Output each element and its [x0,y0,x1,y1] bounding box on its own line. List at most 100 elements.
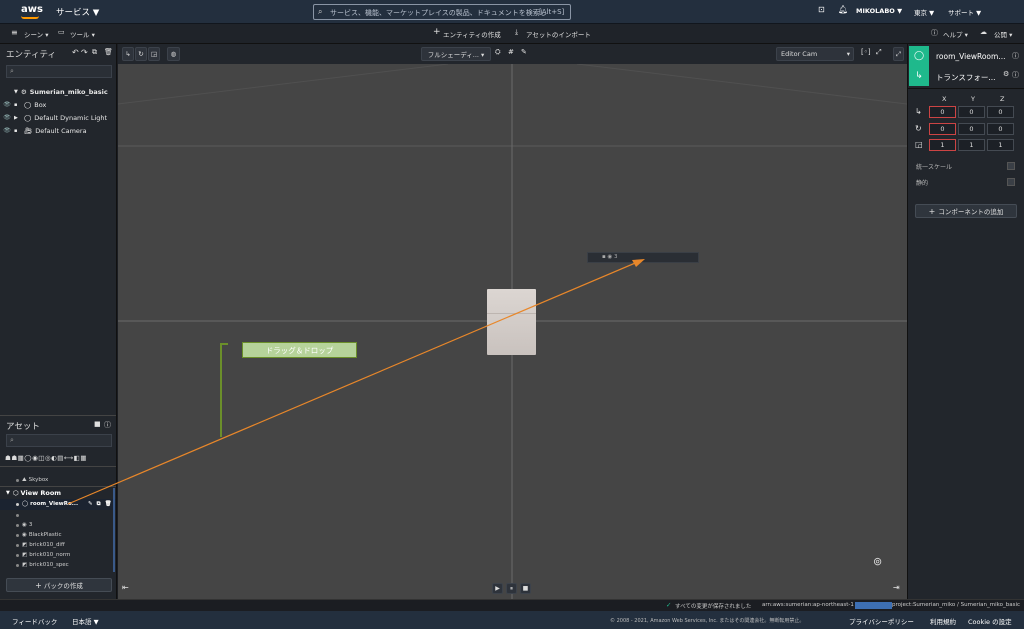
frame-icon[interactable]: [◦] [861,48,871,56]
trash-icon[interactable]: 🗑︎ [104,48,113,56]
cookie-link[interactable]: Cookie の設定 [968,616,1012,626]
account-menu[interactable]: MIKOLABO ▼ [856,7,902,15]
hamburger-icon[interactable]: ≡ [11,28,18,37]
entity-item-light[interactable]: 👁︎ ▶ ◯ Default Dynamic Light [0,111,116,124]
component-title[interactable]: トランスフォー... [936,72,996,83]
collapse-left-icon[interactable]: ⇤ [122,583,129,592]
asset-item[interactable]: ◩ brick010_diff [0,540,116,550]
asset-item[interactable]: ◉ BlackPlastic [0,530,116,540]
help-menu[interactable]: ヘルプ ▾ [943,29,968,39]
add-component-button[interactable]: + コンポーネントの追加 [915,204,1017,218]
shading-select[interactable]: フルシェーディ... ▾ [421,47,491,61]
eye-icon[interactable]: 👁︎ [0,101,14,108]
publish-menu[interactable]: 公開 ▾ [994,29,1012,39]
collapse-right-icon[interactable]: ⇥ [893,583,900,592]
gear-icon[interactable]: ⚙ [1003,70,1009,78]
uniform-scale-checkbox[interactable] [1007,162,1015,170]
entity-label: Box [34,100,47,109]
language-select[interactable]: 日本語 ▼ [72,616,99,626]
scale-z[interactable]: 1 [987,139,1014,151]
camera-select[interactable]: Editor Cam ▾ [776,47,854,61]
undo-icon[interactable]: ↶ [72,48,79,57]
create-pack-button[interactable]: + パックの作成 [6,578,112,592]
terms-link[interactable]: 利用規約 [930,616,956,626]
search-box[interactable]: ⌕ サービス、機能、マーケットプレイスの製品、ドキュメントを検索し [Alt+S… [313,4,571,20]
privacy-link[interactable]: プライバシーポリシー [849,616,914,626]
scale-tool[interactable]: ◲ [148,47,160,61]
translation-z[interactable]: 0 [987,106,1014,118]
asset-selected-row[interactable]: ◯ room_ViewRo... ✎ ⧉ 🗑︎ [0,499,116,510]
trash-icon[interactable]: 🗑︎ [105,501,112,507]
entity-item-camera[interactable]: 👁︎ ▪ 🎥︎ Default Camera [0,124,116,137]
asset-item[interactable]: ◩ brick010_spec [0,560,116,570]
light-icon[interactable]: ⛭ [495,48,501,57]
copy-icon[interactable]: ⧉ [92,48,97,57]
info-icon[interactable]: ⓘ [1012,51,1019,61]
asset-pack-label: View Room [20,489,62,497]
info-icon[interactable]: ⓘ [1012,70,1019,80]
scene-menu[interactable]: シーン ▾ [24,29,49,39]
image-icon: ◩ [22,562,28,568]
asset-item[interactable]: ◩ brick010_norm [0,550,116,560]
bell-icon[interactable]: 🔔︎ [838,5,848,14]
asset-search-input[interactable]: ⌕ [6,434,112,447]
services-menu[interactable]: サービス ▼ [56,6,99,18]
aws-logo[interactable]: aws [21,4,43,15]
asset-filter-icons[interactable]: ☗☗▦◯◉◫◎◐▤⟷◧▦ [5,454,87,462]
rotate-tool[interactable]: ↻ [135,47,147,61]
stop-button[interactable]: ■ [520,583,531,594]
eye-icon[interactable]: 👁︎ [0,127,14,134]
camera-icon: 🎥︎ [24,126,33,135]
redacted-account [855,602,892,609]
entity-root[interactable]: ▼ ⚙ Sumerian_miko_basic [0,85,116,98]
redo-icon[interactable]: ↷ [81,48,88,57]
entity-search-input[interactable]: ⌕ [6,65,112,78]
support-menu[interactable]: サポート ▼ [948,7,981,17]
asset-item[interactable] [0,510,116,520]
asset-item-room[interactable]: ◯ room_ViewRo... ✎ ⧉ 🗑︎ [0,499,116,509]
axis-x-label: X [942,95,947,103]
translation-x[interactable]: 0 [929,106,956,118]
search-input[interactable]: サービス、機能、マーケットプレイスの製品、ドキュメントを検索し [330,8,547,18]
rotation-x[interactable]: 0 [929,123,956,135]
cloudshell-icon[interactable]: ⊡ [818,5,825,14]
aws-logo-smile [21,16,39,19]
feedback-link[interactable]: フィードバック [12,616,57,626]
3d-viewport[interactable]: ▪ ◉ 3 ドラッグ＆ドロップ ⊚ [118,44,907,599]
rotation-y[interactable]: 0 [958,123,985,135]
scale-x[interactable]: 1 [929,139,956,151]
translation-y[interactable]: 0 [958,106,985,118]
vr-icon[interactable]: ⊚ [873,555,882,568]
play-button[interactable]: ▶ [492,583,503,594]
folder-icon[interactable]: ■ [94,420,101,428]
asset-scrollbar[interactable] [113,488,115,572]
pack-icon: ⬡ [12,489,19,497]
fullscreen-icon[interactable]: ⤢ [893,47,904,61]
asset-item[interactable]: ◉ 3 [0,520,116,530]
rotation-z[interactable]: 0 [987,123,1014,135]
globe-icon[interactable]: ◍ [167,47,180,61]
tools-menu[interactable]: ツール ▾ [70,29,95,39]
asset-skybox[interactable]: ⛰ Skybox [0,475,116,485]
eye-icon[interactable]: 👁︎ [0,114,14,121]
create-entity-button[interactable]: エンティティの作成 [443,29,501,39]
box-entity[interactable] [487,289,536,355]
region-menu[interactable]: 東京 ▼ [914,7,934,17]
translate-tool[interactable]: ↳ [122,47,134,61]
import-asset-button[interactable]: アセットのインポート [526,29,591,39]
copy-icon[interactable]: ⧉ [97,501,101,508]
inspector-entity-name[interactable]: room_ViewRoom... [936,52,1005,61]
grid-icon[interactable]: # [508,48,514,56]
pause-button[interactable]: ⏸ [506,583,517,594]
info-icon[interactable]: ⓘ [104,420,111,430]
entity-item-box[interactable]: 👁︎ ▪ ◯ Box [0,98,116,111]
edit-icon[interactable]: ✎ [88,501,93,507]
asset-pack[interactable]: ▼ ⬡ View Room [0,488,116,498]
wrench-icon[interactable]: ✎ [521,48,527,56]
scale-y[interactable]: 1 [958,139,985,151]
expand-icon[interactable]: ⤢ [876,48,882,57]
asset-label: brick010_spec [29,562,69,568]
static-checkbox[interactable] [1007,178,1015,186]
project-text: project:Sumerian_miko / Sumerian_miko_ba… [892,602,1021,608]
drop-target-bar[interactable]: ▪ ◉ 3 [587,252,699,263]
